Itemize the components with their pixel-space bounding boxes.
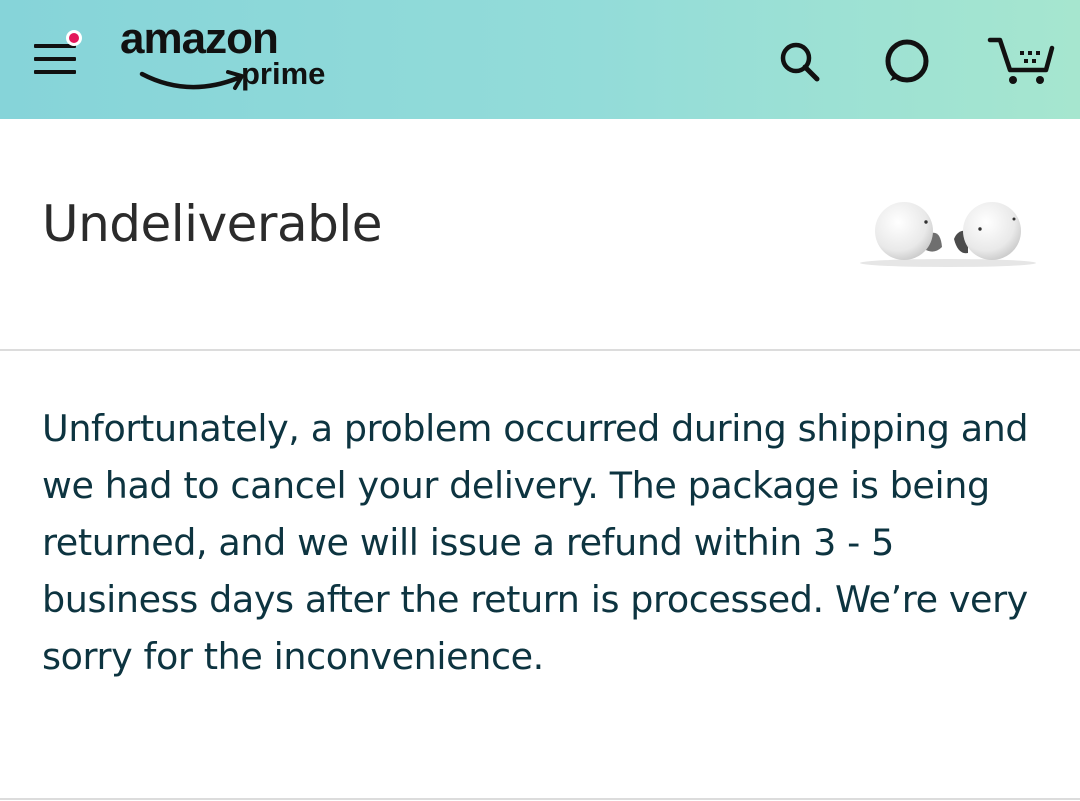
search-icon <box>780 42 820 82</box>
smile-arrow-icon <box>139 70 244 90</box>
page-title: Undeliverable <box>42 195 383 253</box>
search-button[interactable] <box>772 34 826 88</box>
cart-icon <box>987 37 1055 84</box>
logo-sub: prime <box>241 56 326 91</box>
amazon-prime-logo[interactable]: amazon prime <box>118 14 338 100</box>
white-earbuds-image[interactable] <box>858 197 1038 271</box>
title-section: Undeliverable <box>0 119 1080 351</box>
app-header: amazon prime <box>0 0 1080 119</box>
cart-button[interactable] <box>986 34 1058 88</box>
alexa-ring-icon <box>885 39 929 83</box>
notification-badge <box>66 30 82 46</box>
alexa-button[interactable] <box>880 34 934 88</box>
undeliverable-message: Unfortunately, a problem occurred during… <box>42 407 1029 678</box>
divider <box>0 798 1080 800</box>
